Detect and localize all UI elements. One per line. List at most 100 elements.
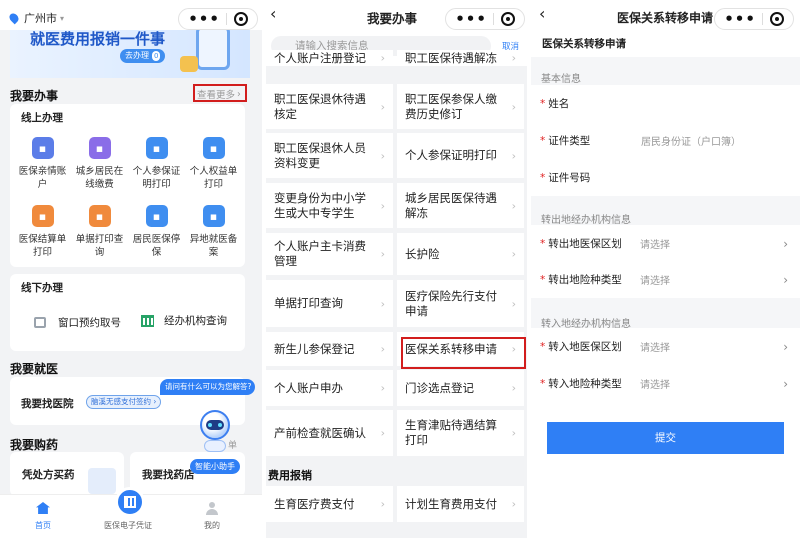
- chevron-right-icon: ›: [511, 247, 516, 261]
- family-icon: ▪: [31, 137, 54, 159]
- more-dots-icon[interactable]: •••: [724, 12, 756, 27]
- online-item-label: 个人参保证明打印: [132, 166, 181, 190]
- out-region-select[interactable]: * 转出地医保区划 请选择 ›: [531, 225, 800, 262]
- group-title-out: 转出地经办机构信息: [541, 215, 631, 226]
- calendar-icon: [34, 317, 46, 328]
- service-item[interactable]: 产前检查就医确认 ›: [266, 410, 393, 456]
- service-item[interactable]: 职工医保参保人缴费历史修订 ›: [397, 84, 524, 129]
- online-item[interactable]: ▪ 异地就医备案: [185, 205, 242, 259]
- promo-banner[interactable]: 就医费用报销一件事 去办理 0: [10, 30, 250, 78]
- online-item-label: 医保结算单打印: [18, 234, 67, 258]
- assistant-label-text: 智能小助手: [195, 462, 235, 471]
- service-item[interactable]: 个人账户主卡消费管理 ›: [266, 233, 393, 275]
- banner-badge: 0: [152, 51, 161, 61]
- highlight-box-see-more: [193, 84, 247, 102]
- out-type-select[interactable]: * 转出地险种类型 请选择 ›: [531, 261, 800, 298]
- user-icon: [206, 502, 218, 515]
- name-field[interactable]: * 姓名: [531, 85, 800, 122]
- nav-mine-label: 我的: [204, 521, 220, 530]
- online-item[interactable]: ▪ 医保结算单打印: [14, 205, 71, 259]
- close-target-icon[interactable]: [233, 12, 248, 26]
- online-item[interactable]: ▪ 个人权益单打印: [185, 137, 242, 191]
- banner-go-button[interactable]: 去办理 0: [120, 49, 166, 63]
- service-item[interactable]: 个人参保证明打印 ›: [397, 133, 524, 178]
- more-dots-icon[interactable]: •••: [455, 12, 487, 27]
- prescription-label: 凭处方买药: [22, 469, 75, 481]
- online-card: 线上办理 ▪ 医保亲情账户 ▪ 城乡居民在线缴费 ▪ 个人参保证明打印 ▪ 个人权益单打印 ▪ 医…: [10, 104, 245, 267]
- service-item[interactable]: 变更身份为中小学生或大中专学生 ›: [266, 183, 393, 228]
- chevron-right-icon: ›: [380, 247, 385, 261]
- print-query-icon: ▪: [88, 205, 111, 227]
- fee-item[interactable]: 生育医疗费支付 ›: [266, 486, 393, 522]
- prescription-card[interactable]: 凭处方买药: [10, 452, 124, 496]
- submit-label: 提交: [655, 432, 676, 444]
- service-item[interactable]: 门诊选点登记 ›: [397, 370, 524, 406]
- assistant-label-pill[interactable]: 智能小助手: [190, 459, 240, 474]
- chevron-right-icon: ›: [380, 199, 385, 212]
- submit-button[interactable]: 提交: [547, 422, 784, 454]
- service-item[interactable]: 生育津贴待遇结算打印 ›: [397, 410, 524, 456]
- nav-home[interactable]: 首页: [27, 502, 59, 531]
- service-item-label: 职工医保参保人缴费历史修订: [405, 91, 497, 121]
- online-item-label: 居民医保停保: [132, 234, 181, 258]
- find-hospital-label: 我要找医院: [21, 398, 74, 410]
- service-item[interactable]: 单据打印查询 ›: [266, 280, 393, 327]
- close-target-icon[interactable]: [500, 12, 515, 26]
- chevron-right-icon: ›: [511, 426, 516, 440]
- online-item[interactable]: ▪ 医保亲情账户: [14, 137, 71, 191]
- prescription-illustration: [88, 468, 116, 494]
- fee-item[interactable]: 计划生育费用支付 ›: [397, 486, 524, 522]
- city-name: 广州市: [24, 12, 57, 25]
- service-item-label: 个人参保证明打印: [405, 148, 497, 162]
- service-item[interactable]: 职工医保待遇解冻 ›: [397, 50, 524, 66]
- cert-no-field[interactable]: * 证件号码: [531, 159, 800, 196]
- service-item[interactable]: 城乡居民医保待遇解冻 ›: [397, 183, 524, 228]
- online-item[interactable]: ▪ 个人参保证明打印: [128, 137, 185, 191]
- bottom-nav: 首页 医保电子凭证 我的: [0, 487, 262, 538]
- close-target-icon[interactable]: [769, 12, 784, 26]
- service-item-label: 个人账户主卡消费管理: [274, 239, 366, 268]
- service-item-label: 职工医保退休人员资料变更: [274, 140, 366, 170]
- in-type-select[interactable]: * 转入地险种类型 请选择 ›: [531, 365, 800, 402]
- location-pin-icon: [7, 11, 21, 25]
- service-item[interactable]: 个人账户注册登记 ›: [266, 50, 393, 66]
- shield-icon: ▪: [202, 205, 225, 227]
- home-icon: [36, 502, 50, 514]
- chevron-right-icon: ›: [380, 381, 385, 395]
- chevron-right-icon: ›: [380, 342, 385, 356]
- back-arrow-icon[interactable]: ‹: [270, 4, 276, 23]
- qr-code-icon[interactable]: [115, 487, 145, 517]
- service-item-label: 单据打印查询: [274, 296, 343, 310]
- section-title-doctor: 我要就医: [10, 362, 59, 376]
- chevron-right-icon: ›: [783, 376, 788, 391]
- no-sense-pay-tag[interactable]: 脑溪无感支付签约 ›: [86, 395, 162, 409]
- offline-item-agency[interactable]: 经办机构查询: [141, 313, 227, 328]
- name-label: 姓名: [548, 98, 570, 110]
- services-screen: ‹ 我要办事 ••• 请输入搜索信息 取消 个人账户注册登记 › 职工医保待遇解冻 ›…: [266, 0, 527, 538]
- online-item[interactable]: ▪ 城乡居民在线缴费: [71, 137, 128, 191]
- service-item[interactable]: 职工医保退休待遇核定 ›: [266, 84, 393, 129]
- service-item[interactable]: 长护险 ›: [397, 233, 524, 275]
- service-item-label: 长护险: [405, 246, 440, 261]
- chevron-right-icon: ›: [380, 149, 385, 162]
- in-region-select[interactable]: * 转入地医保区划 请选择 ›: [531, 328, 800, 365]
- service-item[interactable]: 医疗保险先行支付申请 ›: [397, 280, 524, 327]
- nav-mine[interactable]: 我的: [196, 502, 228, 531]
- more-dots-icon[interactable]: •••: [188, 12, 220, 27]
- document-icon: ▪: [145, 137, 168, 159]
- offline-item-window-label: 窗口预约取号: [58, 317, 121, 329]
- cert-type-value: 居民身份证（户口簿）: [641, 137, 741, 148]
- assistant-bubble[interactable]: 请问有什么可以为您解答?: [160, 379, 255, 395]
- service-item[interactable]: 职工医保退休人员资料变更 ›: [266, 133, 393, 178]
- offline-item-window[interactable]: 窗口预约取号: [34, 315, 121, 330]
- chevron-right-icon: ›: [380, 51, 385, 65]
- city-selector[interactable]: 广州市 ▾: [7, 10, 64, 26]
- service-item[interactable]: 个人账户申办 ›: [266, 370, 393, 406]
- chevron-right-icon: ›: [783, 339, 788, 354]
- card-icon: ▪: [145, 205, 168, 227]
- back-arrow-icon[interactable]: ‹: [539, 4, 545, 23]
- cert-type-field[interactable]: * 证件类型 居民身份证（户口簿）: [531, 122, 800, 159]
- online-item[interactable]: ▪ 单据打印查询: [71, 205, 128, 259]
- service-item[interactable]: 新生儿参保登记 ›: [266, 332, 393, 366]
- online-item[interactable]: ▪ 居民医保停保: [128, 205, 185, 259]
